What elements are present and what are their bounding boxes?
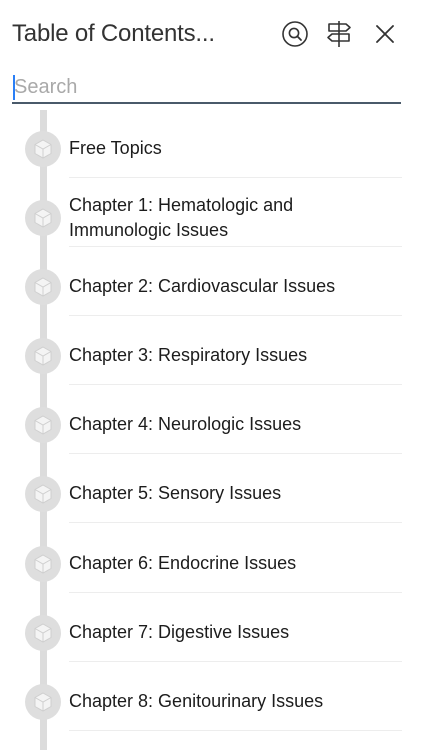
divider <box>69 177 402 178</box>
divider <box>69 453 402 454</box>
toc-node <box>25 338 61 374</box>
toc-node <box>25 269 61 305</box>
toc-item-label: Chapter 4: Neurologic Issues <box>69 414 302 434</box>
divider <box>69 730 402 731</box>
toc-item-label: Chapter 8: Genitourinary Issues <box>69 691 324 711</box>
toc-item-chapter-8[interactable]: Chapter 8: Genitourinary Issues <box>0 681 422 731</box>
toc-node <box>25 200 61 236</box>
toc-item-chapter-4[interactable]: Chapter 4: Neurologic Issues <box>0 404 422 454</box>
toc-item-label: Chapter 1: Hematologic and Immunologic I… <box>69 195 294 240</box>
divider <box>69 246 402 247</box>
cube-icon <box>34 692 52 712</box>
toc-node <box>25 684 61 720</box>
toc-item-chapter-3[interactable]: Chapter 3: Respiratory Issues <box>0 335 422 385</box>
cube-icon <box>34 415 52 435</box>
cube-icon <box>34 139 52 159</box>
cube-icon <box>34 623 52 643</box>
toc-node <box>25 407 61 443</box>
cube-icon <box>34 277 52 297</box>
divider <box>69 592 402 593</box>
cube-icon <box>34 208 52 228</box>
cube-icon <box>34 484 52 504</box>
toc-node <box>25 476 61 512</box>
toc-item-label: Chapter 7: Digestive Issues <box>69 622 290 642</box>
toc-list: Free Topics Chapter 1: Hematologic and I… <box>0 0 422 750</box>
toc-item-label: Free Topics <box>69 138 162 158</box>
divider <box>69 661 402 662</box>
toc-item-label: Chapter 3: Respiratory Issues <box>69 345 308 365</box>
toc-item-chapter-5[interactable]: Chapter 5: Sensory Issues <box>0 473 422 523</box>
toc-node <box>25 546 61 582</box>
divider <box>69 522 402 523</box>
toc-item-chapter-1[interactable]: Chapter 1: Hematologic and Immunologic I… <box>0 192 422 247</box>
toc-item-label: Chapter 6: Endocrine Issues <box>69 553 297 573</box>
divider <box>69 315 402 316</box>
divider <box>69 384 402 385</box>
toc-item-free-topics[interactable]: Free Topics <box>0 128 422 178</box>
toc-node <box>25 615 61 651</box>
toc-item-label: Chapter 2: Cardiovascular Issues <box>69 276 336 296</box>
toc-item-chapter-6[interactable]: Chapter 6: Endocrine Issues <box>0 543 422 593</box>
cube-icon <box>34 554 52 574</box>
toc-node <box>25 131 61 167</box>
cube-icon <box>34 346 52 366</box>
toc-item-chapter-2[interactable]: Chapter 2: Cardiovascular Issues <box>0 266 422 316</box>
toc-item-chapter-7[interactable]: Chapter 7: Digestive Issues <box>0 612 422 662</box>
toc-item-label: Chapter 5: Sensory Issues <box>69 483 282 503</box>
